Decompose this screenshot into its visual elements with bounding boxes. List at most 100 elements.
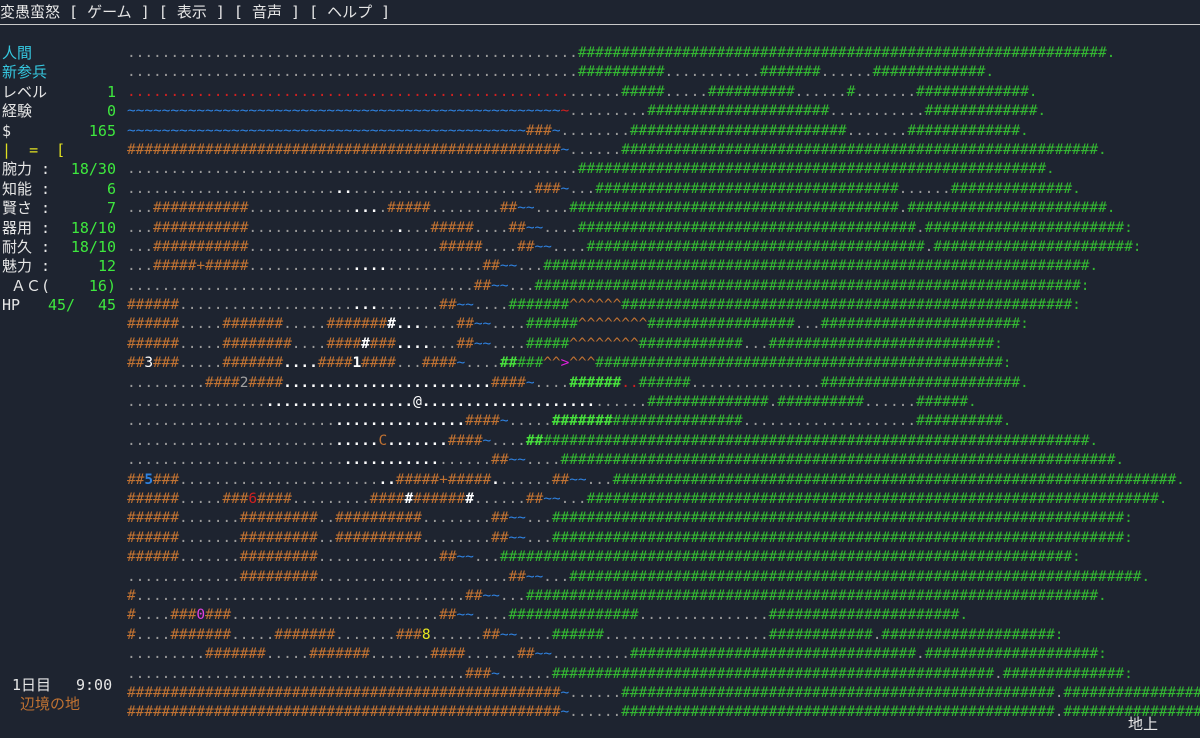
tree-tiles: ############### bbox=[508, 607, 639, 624]
player-tiles[interactable]: @ bbox=[413, 394, 422, 410]
tree-tiles: ###### bbox=[551, 626, 604, 643]
water-tiles: ~~~~~~~~~~~~~~~~~~~~~~~~~~~~~~~~~~~~~~~~… bbox=[127, 122, 526, 139]
floor-tiles: ... bbox=[517, 258, 544, 275]
tree-tiles: ########################################… bbox=[595, 355, 1012, 372]
floor-tiles: ........................................… bbox=[127, 161, 578, 178]
menu-game[interactable]: [ ゲーム ] bbox=[69, 0, 150, 24]
building-wall-tiles: ### bbox=[534, 180, 561, 197]
map-row: ######.....#######.....########.......##… bbox=[127, 315, 1200, 334]
lit-floor-tiles: ....... bbox=[387, 432, 448, 449]
building-wall-tiles: #### bbox=[326, 335, 362, 352]
floor-tiles: ...... bbox=[569, 83, 622, 100]
floor-tiles: ........................ bbox=[231, 607, 440, 624]
building-wall-tiles: ####### bbox=[222, 355, 284, 372]
building-wall-tiles: # bbox=[127, 607, 136, 624]
map-row: ######.....########....########.......##… bbox=[127, 335, 1200, 354]
building-wall-tiles: ###### bbox=[127, 529, 180, 546]
floor-tiles: . bbox=[994, 665, 1003, 682]
stat-con: 耐久 : 18/10 bbox=[2, 238, 122, 257]
floor-tiles: ... bbox=[395, 355, 422, 372]
tree-tiles: ####################: bbox=[924, 646, 1107, 663]
floor-tiles: ........... bbox=[664, 64, 760, 81]
floor-tiles: ..................... bbox=[352, 180, 535, 197]
water-tiles: ~~ bbox=[534, 646, 552, 663]
floor-tiles: ........ bbox=[560, 122, 630, 139]
race: 人間 bbox=[2, 44, 33, 62]
menu-help[interactable]: [ ヘルプ ] bbox=[309, 0, 390, 24]
water-tiles: ~~ bbox=[508, 452, 526, 469]
water-tiles: ~~ bbox=[473, 335, 492, 352]
floor-tiles: ... bbox=[499, 587, 526, 604]
menu-view[interactable]: [ 表示 ] bbox=[159, 0, 225, 24]
tree-tiles: #######################. bbox=[907, 200, 1116, 217]
floor-tiles: ......... bbox=[569, 103, 648, 120]
floor-tiles: .... bbox=[421, 316, 457, 333]
tree-tiles: ########## bbox=[707, 83, 795, 100]
floor-tiles: ...... bbox=[499, 665, 552, 682]
building-wall-tiles: ###### bbox=[127, 297, 180, 314]
water-tiles: ~~ bbox=[473, 316, 492, 333]
building-wall-tiles: ## bbox=[491, 529, 509, 546]
floor-tiles: ... bbox=[525, 529, 552, 546]
lit-floor-tiles: . bbox=[491, 471, 500, 488]
tree-tiles: ########################################… bbox=[612, 471, 1185, 488]
building-wall-tiles: #### bbox=[317, 355, 353, 372]
player-tiles[interactable]: 3 bbox=[144, 355, 153, 371]
tree-tiles: ########################################… bbox=[586, 490, 1168, 507]
water-tiles: ~ bbox=[491, 665, 500, 682]
floor-tiles: ...... bbox=[569, 704, 622, 721]
exp-row: 経験 0 bbox=[2, 102, 122, 121]
water-tiles: ~~ bbox=[456, 549, 474, 566]
map-row: ##5###.........................#####+###… bbox=[127, 471, 1200, 490]
menu-sound[interactable]: [ 音声 ] bbox=[234, 0, 300, 24]
floor-tiles: ... bbox=[543, 568, 570, 585]
building-wall-tiles: ########################################… bbox=[127, 684, 561, 701]
floor-tiles: ..... bbox=[179, 316, 223, 333]
tree-tiles: ###### bbox=[638, 374, 691, 391]
tree-tiles: ########################################… bbox=[534, 277, 1090, 294]
floor-tiles: ...... bbox=[465, 646, 518, 663]
floor-tiles: .... bbox=[135, 626, 171, 643]
building-wall-tiles: ########## bbox=[335, 529, 422, 546]
depth-indicator: 地上 bbox=[1128, 715, 1159, 733]
building-wall-tiles: ########## bbox=[335, 510, 422, 527]
building-wall-tiles: ## bbox=[439, 549, 457, 566]
floor-tiles: ........................................… bbox=[127, 45, 578, 61]
location-name: 辺境の地 bbox=[20, 695, 81, 713]
floor-tiles: ....... bbox=[335, 626, 396, 643]
building-wall-tiles: ##### bbox=[430, 219, 474, 236]
road-tiles: 6 bbox=[248, 490, 258, 507]
stat-chr: 魅力 : 12 bbox=[2, 257, 122, 276]
town-map[interactable]: ........................................… bbox=[127, 44, 1200, 723]
lit-floor-tiles: # bbox=[465, 490, 474, 507]
floor-tiles: ... bbox=[525, 510, 552, 527]
tree-tiles: #############. bbox=[907, 122, 1029, 139]
tree-tiles: ####################################### bbox=[586, 238, 925, 255]
water-tiles: ~~ bbox=[482, 587, 500, 604]
building-wall-tiles: ###### bbox=[127, 316, 180, 333]
water-tiles: ~~ bbox=[569, 471, 587, 488]
building-wall-tiles: #### bbox=[465, 413, 500, 430]
building-wall-tiles: ## bbox=[508, 568, 526, 585]
floor-tiles: .... bbox=[525, 452, 561, 469]
floor-tiles: .... bbox=[491, 335, 526, 352]
tree-tiles: ########################################… bbox=[621, 297, 1081, 314]
floor-tiles: .... bbox=[491, 432, 526, 449]
lit-floor-tiles: .... bbox=[395, 335, 431, 352]
stat-label: 知能 : bbox=[2, 179, 51, 198]
tree-tiles: ############### bbox=[612, 413, 743, 430]
map-row: ...###########................#####.....… bbox=[127, 199, 1200, 218]
floor-tiles: ......... bbox=[127, 646, 206, 663]
level-value: 1 bbox=[106, 82, 116, 101]
map-row: ######..............................##~~… bbox=[127, 296, 1200, 315]
floor-tiles: ......... bbox=[127, 374, 206, 391]
floor-tiles: ...... bbox=[439, 452, 492, 469]
building-wall-tiles: + bbox=[439, 471, 448, 488]
floor-tiles: ....................................... bbox=[127, 665, 466, 682]
building-wall-tiles: ### bbox=[153, 471, 180, 488]
stat-label: 器用 : bbox=[2, 218, 51, 237]
floor-tiles: ... bbox=[742, 335, 769, 352]
floor-tiles: .................... bbox=[742, 413, 916, 430]
shop-tiles: 5 bbox=[144, 471, 154, 488]
building-wall-tiles: ######### bbox=[239, 529, 318, 546]
